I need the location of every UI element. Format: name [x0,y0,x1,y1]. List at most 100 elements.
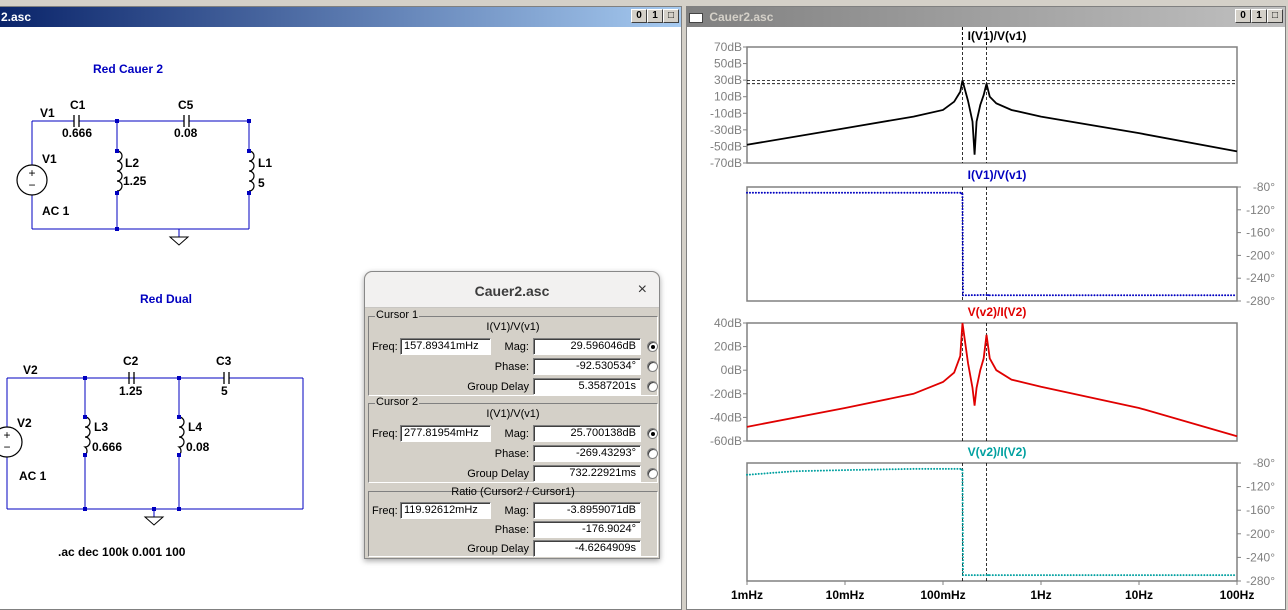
trace-point [1105,294,1108,297]
inductor-l3[interactable] [83,416,91,456]
cursor1-freq-field[interactable]: 157.89341mHz [400,338,491,355]
trace-point [1078,574,1081,577]
trace-point [1018,574,1021,577]
trace-point [961,478,964,481]
trace-point [962,574,965,577]
trace-point [1167,574,1170,577]
ratio-phase-label: Phase: [494,524,529,536]
trace-point [766,191,769,194]
trace-point [1060,294,1063,297]
cursor2-mag-field[interactable]: 25.700138dB [533,425,641,442]
trace-point [795,470,798,473]
trace-point [961,475,964,478]
trace-point [939,467,942,470]
trace-point [879,191,882,194]
trace-point [1072,574,1075,577]
trace-point [906,191,909,194]
ratio-gd-field[interactable]: -4.6264909s [533,540,641,557]
maximize-button[interactable]: □ [663,9,679,23]
schematic-titlebar[interactable]: 2.asc 0 1 □ [0,7,681,27]
x-tick-label: 100mHz [920,588,965,602]
minimize-button[interactable]: 0 [631,9,647,23]
trace-point [781,191,784,194]
y-tick-label: -240° [1246,550,1275,564]
trace-point [1138,294,1140,297]
trace-point [1218,574,1221,577]
trace-point [1087,294,1090,297]
trace-point [784,191,787,194]
trace-point [906,468,909,471]
trace-point [1048,574,1051,577]
trace-point [1191,294,1194,297]
voltage-source-v2[interactable]: + − [0,426,23,458]
cursor2-gd-field[interactable]: 732.22921ms [533,465,641,482]
trace-point [1090,574,1093,577]
trace-point [1030,294,1033,297]
maximize-button[interactable]: □ [1267,9,1283,23]
ratio-freq-field[interactable]: 119.92612mHz [400,502,491,519]
voltage-source-v1[interactable]: + − [16,164,48,196]
ground-symbol-1 [168,236,190,246]
trace-point [961,481,964,484]
trace-point [961,205,964,208]
trace-point [751,191,754,194]
trace-point [961,490,964,493]
cursor1-gd-radio[interactable] [647,381,658,392]
trace-point [822,469,825,472]
trace-point [1209,574,1212,577]
trace-point [1149,574,1152,577]
cursor2-gd-radio[interactable] [647,468,658,479]
trace-point [826,191,829,194]
trace-point [970,294,973,297]
y-tick-label: -120° [1246,203,1275,217]
cursor2-phase-radio[interactable] [647,448,658,459]
trace-point [961,484,964,487]
restore-button[interactable]: 1 [647,9,663,23]
ratio-phase-field[interactable]: -176.9024° [533,521,641,538]
cursor1-mag-radio[interactable] [647,341,658,352]
cursor2-mag-radio[interactable] [647,428,658,439]
cursor2-freq-field[interactable]: 277.81954mHz [400,425,491,442]
cursor1-phase-radio[interactable] [647,361,658,372]
inductor-l2[interactable] [116,150,123,192]
trace-point [811,191,814,194]
plot-panel-frame-3 [746,322,1238,442]
trace-point [961,246,964,249]
trace-point [1108,574,1111,577]
trace-point [903,191,906,194]
trace-point [829,191,832,194]
cursor1-phase-field[interactable]: -92.530534° [533,358,641,375]
trace-point [961,547,964,550]
trace-point [1108,294,1111,297]
trace-point [961,216,964,219]
trace-point [961,210,964,213]
trace-point [1197,294,1200,297]
plot-titlebar[interactable]: Cauer2.asc 0 1 □ [687,7,1285,27]
trace-point [1185,294,1188,297]
trace-point [885,468,888,471]
trace-point [930,191,933,194]
inductor-l1[interactable] [248,150,255,192]
cursor2-phase-field[interactable]: -269.43293° [533,445,641,462]
trace-point [936,191,939,194]
spice-directive[interactable]: .ac dec 100k 0.001 100 [58,545,186,559]
trace-point [1093,294,1096,297]
close-icon[interactable]: × [638,281,647,299]
ratio-mag-field[interactable]: -3.8959071dB [533,502,641,519]
cursor1-mag-field[interactable]: 29.596046dB [533,338,641,355]
capacitor-c3[interactable] [223,372,230,384]
restore-button[interactable]: 1 [1251,9,1267,23]
plot-area[interactable]: I(V1)/V(v1) 70dB 50dB 30dB 10dB -10dB -30dB -50… [687,27,1285,609]
dialog-header[interactable]: Cauer2.asc × [365,272,659,308]
trace-point [973,294,976,297]
minimize-button[interactable]: 0 [1235,9,1251,23]
trace-point [1027,574,1030,577]
trace-point [876,191,879,194]
cursor1-gd-field[interactable]: 5.3587201s [533,378,641,395]
inductor-l4[interactable] [177,416,185,456]
trace-point [1024,574,1027,577]
circuit2-title: Red Dual [140,292,192,306]
trace-point [1203,294,1206,297]
trace-point [961,562,964,565]
schematic-window-controls: 0 1 □ [631,9,679,23]
